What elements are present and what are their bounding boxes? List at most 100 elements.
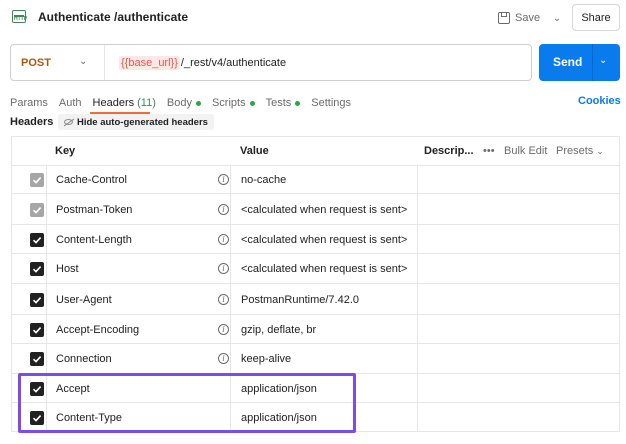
save-icon <box>498 12 510 24</box>
enable-checkbox[interactable] <box>30 323 44 337</box>
column-divider <box>417 284 418 315</box>
info-icon[interactable]: i <box>218 263 229 274</box>
info-icon[interactable]: i <box>218 324 229 335</box>
hide-auto-label: Hide auto-generated headers <box>77 116 208 128</box>
tab-scripts[interactable]: Scripts <box>212 97 255 109</box>
header-value[interactable]: keep-alive <box>241 353 291 365</box>
tab-body-label: Body <box>166 97 192 109</box>
info-icon[interactable]: i <box>218 234 229 245</box>
checkmark-icon <box>32 356 42 363</box>
method-select[interactable]: POST ⌄ <box>11 45 105 80</box>
header-value[interactable]: <calculated when request is sent> <box>241 263 407 275</box>
enable-checkbox[interactable] <box>30 262 44 276</box>
http-request-icon: HTTP <box>12 10 27 23</box>
enable-checkbox[interactable] <box>30 203 44 217</box>
send-label: Send <box>553 55 583 69</box>
column-divider <box>417 403 418 432</box>
column-divider <box>46 254 47 284</box>
save-options-chevron-down-icon[interactable]: ⌄ <box>548 8 566 28</box>
column-divider <box>417 315 418 344</box>
column-divider <box>46 284 47 315</box>
save-label: Save <box>515 12 541 24</box>
hide-auto-generated-headers-button[interactable]: Hide auto-generated headers <box>58 114 214 130</box>
highlight-box <box>18 373 356 433</box>
checkmark-icon <box>32 177 42 184</box>
table-row[interactable]: Cache-Control i no-cache <box>11 166 620 194</box>
header-key[interactable]: Postman-Token <box>56 204 132 216</box>
header-value[interactable]: <calculated when request is sent> <box>241 234 407 246</box>
column-divider <box>230 254 231 284</box>
info-icon[interactable]: i <box>218 174 229 185</box>
url-input[interactable]: {{base_url}} /_rest/v4/authenticate <box>119 45 286 80</box>
table-row[interactable]: Content-Length i <calculated when request … <box>11 225 620 254</box>
table-row[interactable]: Connection i keep-alive <box>11 344 620 374</box>
tab-tests-label: Tests <box>265 97 292 109</box>
send-divider <box>592 44 593 81</box>
presets-label: Presets <box>556 145 594 157</box>
table-row[interactable]: Postman-Token i <calculated when request i… <box>11 194 620 225</box>
column-header-key: Key <box>55 145 76 157</box>
method-label: POST <box>21 56 51 69</box>
chevron-down-icon: ⌄ <box>596 145 604 156</box>
bulk-edit-button[interactable]: Bulk Edit <box>504 136 547 166</box>
column-divider <box>46 194 47 225</box>
presets-dropdown[interactable]: Presets ⌄ <box>556 136 604 166</box>
header-key[interactable]: Accept-Encoding <box>56 324 139 336</box>
save-button[interactable]: Save <box>498 6 540 30</box>
table-row[interactable]: Host i <calculated when request is sent> <box>11 254 620 284</box>
header-value[interactable]: gzip, deflate, br <box>241 324 316 336</box>
column-divider <box>230 225 231 254</box>
tab-scripts-label: Scripts <box>211 97 246 109</box>
enable-checkbox[interactable] <box>30 173 44 187</box>
status-dot-icon <box>249 100 255 106</box>
enable-checkbox[interactable] <box>30 233 44 247</box>
more-options-icon[interactable]: ••• <box>483 136 495 166</box>
header-key[interactable]: User-Agent <box>56 294 112 306</box>
enable-checkbox[interactable] <box>30 352 44 366</box>
header-key[interactable]: Connection <box>56 353 112 365</box>
info-icon[interactable]: i <box>218 353 229 364</box>
table-row[interactable]: User-Agent i PostmanRuntime/7.42.0 <box>11 284 620 315</box>
header-key[interactable]: Content-Length <box>56 234 132 246</box>
tab-headers[interactable]: Headers (11) <box>93 97 156 109</box>
tab-auth[interactable]: Auth <box>59 97 82 109</box>
column-divider <box>230 315 231 344</box>
tab-params[interactable]: Params <box>10 97 48 109</box>
column-header-description: Descrip... <box>424 145 474 157</box>
cookies-link[interactable]: Cookies <box>578 95 621 107</box>
column-divider <box>46 166 47 194</box>
table-row[interactable]: Accept-Encoding i gzip, deflate, br <box>11 315 620 344</box>
header-value[interactable]: no-cache <box>241 174 286 186</box>
url-variable: {{base_url}} <box>119 55 180 70</box>
header-value[interactable]: PostmanRuntime/7.42.0 <box>241 294 359 306</box>
checkmark-icon <box>32 237 42 244</box>
column-divider <box>417 254 418 284</box>
info-icon[interactable]: i <box>218 294 229 305</box>
header-key[interactable]: Cache-Control <box>56 174 127 186</box>
tab-body[interactable]: Body <box>167 97 201 109</box>
checkmark-icon <box>32 297 42 304</box>
tab-settings[interactable]: Settings <box>311 97 351 109</box>
column-header-value: Value <box>240 145 269 157</box>
header-value[interactable]: <calculated when request is sent> <box>241 204 407 216</box>
tab-headers-label: Headers <box>92 97 135 109</box>
send-button[interactable]: Send ⌄ <box>539 44 620 81</box>
tab-tests[interactable]: Tests <box>266 97 301 109</box>
column-divider <box>46 315 47 344</box>
tab-headers-count: (11) <box>137 97 156 109</box>
enable-checkbox[interactable] <box>30 293 44 307</box>
request-title[interactable]: Authenticate /authenticate <box>38 10 188 24</box>
request-tabs: Params Auth Headers (11) Body Scripts Te… <box>10 94 362 112</box>
column-divider <box>417 194 418 225</box>
header-key[interactable]: Host <box>56 263 79 275</box>
column-divider <box>46 344 47 374</box>
eye-off-icon <box>64 119 73 125</box>
column-divider <box>230 166 231 194</box>
column-divider <box>417 166 418 194</box>
status-dot-icon <box>195 100 201 106</box>
send-options-chevron-down-icon[interactable]: ⌄ <box>599 55 607 66</box>
share-button[interactable]: Share <box>572 4 620 31</box>
info-icon[interactable]: i <box>218 204 229 215</box>
column-divider <box>417 344 418 374</box>
column-divider <box>230 344 231 374</box>
